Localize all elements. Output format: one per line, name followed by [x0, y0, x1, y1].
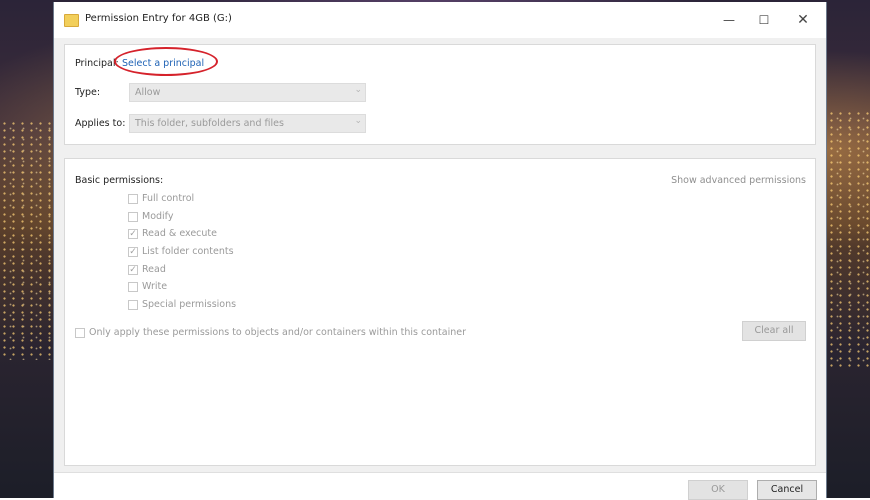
principal-label: Principal:: [75, 58, 119, 69]
checkbox-checked[interactable]: ✓: [128, 229, 138, 239]
minimize-button[interactable]: —: [714, 8, 744, 32]
checkbox-checked[interactable]: ✓: [128, 265, 138, 275]
show-advanced-permissions-link[interactable]: Show advanced permissions: [671, 175, 806, 186]
permission-label: List folder contents: [142, 246, 234, 257]
checkbox[interactable]: [128, 282, 138, 292]
city-lights-right: [827, 110, 870, 370]
checkbox-checked[interactable]: ✓: [128, 247, 138, 257]
applies-to-label: Applies to:: [75, 118, 126, 129]
type-label: Type:: [75, 87, 101, 98]
checkbox[interactable]: [128, 212, 138, 222]
applies-to-dropdown-value: This folder, subfolders and files: [135, 118, 284, 129]
permission-label: Read & execute: [142, 228, 217, 239]
dialog-client-area: Principal: Select a principal Type: Allo…: [54, 38, 826, 473]
window-title: Permission Entry for 4GB (G:): [85, 13, 232, 24]
basic-permissions-heading: Basic permissions:: [75, 175, 164, 186]
permission-entry-dialog: Permission Entry for 4GB (G:) — ☐ ✕ Prin…: [53, 2, 827, 500]
principal-panel: Principal: Select a principal Type: Allo…: [64, 44, 816, 145]
only-apply-label: Only apply these permissions to objects …: [89, 327, 466, 338]
chevron-down-icon: ⌄: [354, 116, 362, 126]
close-button[interactable]: ✕: [788, 8, 818, 32]
checkbox[interactable]: [128, 194, 138, 204]
permission-label: Full control: [142, 193, 195, 204]
type-dropdown[interactable]: Allow ⌄: [129, 83, 366, 102]
checkbox[interactable]: [128, 300, 138, 310]
checkmark-icon: ✓: [129, 229, 137, 239]
maximize-button[interactable]: ☐: [749, 8, 779, 32]
title-bar[interactable]: Permission Entry for 4GB (G:) — ☐ ✕: [54, 2, 826, 38]
permission-label: Read: [142, 264, 166, 275]
type-dropdown-value: Allow: [135, 87, 161, 98]
checkbox[interactable]: [75, 328, 85, 338]
ok-button[interactable]: OK: [688, 480, 748, 500]
cancel-button[interactable]: Cancel: [757, 480, 817, 500]
folder-icon: [64, 14, 79, 27]
applies-to-dropdown[interactable]: This folder, subfolders and files ⌄: [129, 114, 366, 133]
permission-label: Special permissions: [142, 299, 237, 310]
checkmark-icon: ✓: [129, 265, 137, 275]
city-lights-left: [0, 120, 53, 360]
checkmark-icon: ✓: [129, 247, 137, 257]
highlight-oval: [114, 47, 218, 76]
permissions-panel: Basic permissions: Show advanced permiss…: [64, 158, 816, 466]
clear-all-button[interactable]: Clear all: [742, 321, 806, 341]
chevron-down-icon: ⌄: [354, 85, 362, 95]
permission-label: Modify: [142, 211, 174, 222]
footer-divider: [54, 472, 826, 473]
permission-label: Write: [142, 281, 168, 292]
